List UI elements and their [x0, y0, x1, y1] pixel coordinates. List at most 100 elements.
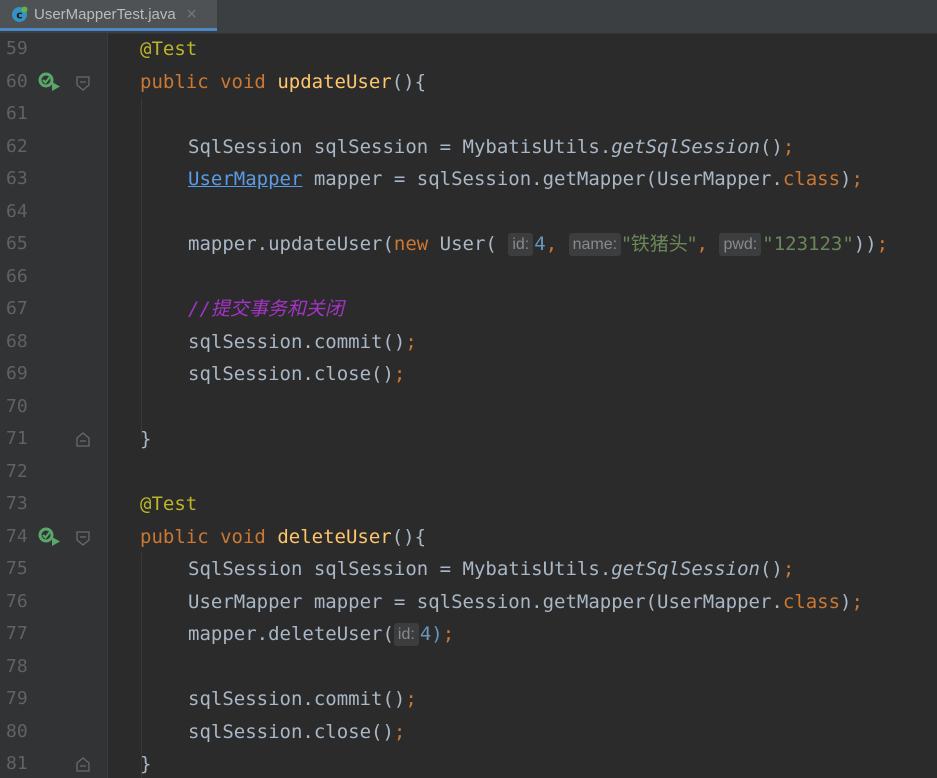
- param-hint: pwd:: [719, 233, 762, 256]
- semicolon: ;: [782, 135, 795, 158]
- keyword: class: [782, 590, 841, 613]
- line-number: 80: [6, 720, 28, 742]
- comma: ,: [696, 233, 708, 255]
- code-line: 67 //提交事务和关闭: [0, 293, 937, 326]
- type-name: SqlSession: [188, 558, 303, 580]
- line-number: 68: [6, 330, 28, 352]
- editor-tab-bar: c UserMapperTest.java ×: [0, 0, 937, 34]
- semicolon: ;: [393, 363, 406, 385]
- line-number: 66: [6, 265, 28, 287]
- code-text: sqlSession.close(): [188, 363, 394, 385]
- fold-end-icon[interactable]: [75, 757, 91, 773]
- line-number: 76: [6, 590, 28, 612]
- line-number: 64: [6, 200, 28, 222]
- run-test-icon[interactable]: [38, 72, 62, 92]
- code-line: 78: [0, 651, 937, 684]
- code-text: sqlSession.commit(): [188, 688, 406, 710]
- punctuation: ): [840, 168, 852, 190]
- run-test-icon[interactable]: [38, 527, 62, 547]
- fold-marker-icon[interactable]: [75, 530, 91, 546]
- code-line: 63 UserMapper mapper = sqlSession.getMap…: [0, 163, 937, 196]
- number-literal: 4: [534, 233, 546, 255]
- code-line: 81 }: [0, 748, 937, 778]
- code-line: 79 sqlSession.commit();: [0, 683, 937, 716]
- java-class-icon: c: [11, 6, 28, 23]
- comment: //: [188, 298, 211, 320]
- code-line: 68 sqlSession.commit();: [0, 326, 937, 359]
- code-editor[interactable]: 59 @Test 60 public void updateUser(){ 61…: [0, 33, 937, 778]
- type-link[interactable]: UserMapper: [188, 168, 302, 190]
- code-line: 61: [0, 98, 937, 131]
- code-text: mapper.deleteUser(: [188, 623, 394, 645]
- code-line: 59 @Test: [0, 33, 937, 66]
- comment-text: 提交事务和关闭: [210, 298, 344, 320]
- punctuation: (){: [391, 525, 427, 548]
- code-line: 70: [0, 391, 937, 424]
- punctuation: ): [840, 590, 852, 613]
- punctuation: }: [140, 753, 152, 775]
- code-line: 71 }: [0, 423, 937, 456]
- class-ref: MybatisUtils.: [462, 558, 612, 580]
- class-ref: MybatisUtils.: [462, 135, 612, 158]
- line-number: 70: [6, 395, 28, 417]
- keyword: public: [140, 525, 209, 548]
- keyword: new: [393, 233, 429, 255]
- code-line: 73 @Test: [0, 488, 937, 521]
- code-line: 69 sqlSession.close();: [0, 358, 937, 391]
- punctuation: }: [140, 428, 152, 450]
- line-number: 61: [6, 103, 28, 124]
- keyword: void: [220, 70, 266, 93]
- code-line: 75 SqlSession sqlSession = MybatisUtils.…: [0, 553, 937, 586]
- line-number: 71: [6, 428, 28, 449]
- punctuation: (){: [391, 70, 427, 93]
- fold-marker-icon[interactable]: [75, 75, 91, 91]
- fold-end-icon[interactable]: [75, 432, 91, 448]
- param-hint: name:: [568, 233, 622, 256]
- keyword: public: [140, 70, 209, 93]
- code-line: 60 public void updateUser(){: [0, 66, 937, 99]
- annotation: @Test: [140, 493, 198, 515]
- number-literal: 4): [419, 623, 443, 645]
- method-name: deleteUser: [277, 525, 392, 548]
- semicolon: ;: [442, 623, 455, 645]
- param-hint: id:: [508, 233, 534, 256]
- code-text: sqlSession.commit(): [188, 330, 406, 353]
- comma: ,: [545, 233, 558, 255]
- semicolon: ;: [851, 168, 863, 190]
- tab-usermappertest[interactable]: c UserMapperTest.java ×: [0, 0, 217, 31]
- line-number: 78: [6, 655, 28, 677]
- keyword: void: [220, 525, 266, 548]
- line-number: 81: [6, 753, 28, 774]
- string-literal: "铁猪头": [622, 233, 697, 255]
- punctuation: (): [759, 135, 783, 158]
- code-line: 76 UserMapper mapper = sqlSession.getMap…: [0, 586, 937, 619]
- code-line: 66: [0, 261, 937, 294]
- code-line: 72: [0, 456, 937, 489]
- static-method: getSqlSession: [611, 135, 760, 158]
- line-number: 77: [6, 623, 28, 644]
- code-text: mapper.updateUser(: [188, 233, 394, 255]
- semicolon: ;: [405, 688, 417, 710]
- code-line: 74 public void deleteUser(){: [0, 521, 937, 554]
- punctuation: )): [853, 233, 877, 255]
- line-number: 65: [6, 233, 28, 254]
- semicolon: ;: [851, 590, 863, 613]
- string-literal: "123123": [762, 233, 854, 255]
- static-method: getSqlSession: [611, 558, 760, 580]
- semicolon: ;: [782, 558, 795, 580]
- code-line: 64: [0, 196, 937, 229]
- code-text: mapper = sqlSession.getMapper(UserMapper…: [302, 168, 783, 190]
- line-number: 62: [6, 135, 28, 157]
- line-number: 67: [6, 298, 28, 319]
- line-number: 59: [6, 38, 28, 59]
- semicolon: ;: [393, 720, 406, 743]
- code-text: sqlSession =: [302, 558, 463, 580]
- line-number: 69: [6, 363, 28, 384]
- code-text: mapper = sqlSession.getMapper(UserMapper…: [302, 590, 783, 613]
- code-text: User(: [428, 233, 497, 255]
- code-line: 65 mapper.updateUser(new User( id: 4, nam…: [0, 228, 937, 261]
- annotation: @Test: [140, 38, 198, 60]
- code-line: 77 mapper.deleteUser(id: 4);: [0, 618, 937, 651]
- line-number: 63: [6, 168, 28, 189]
- close-icon[interactable]: ×: [186, 6, 198, 22]
